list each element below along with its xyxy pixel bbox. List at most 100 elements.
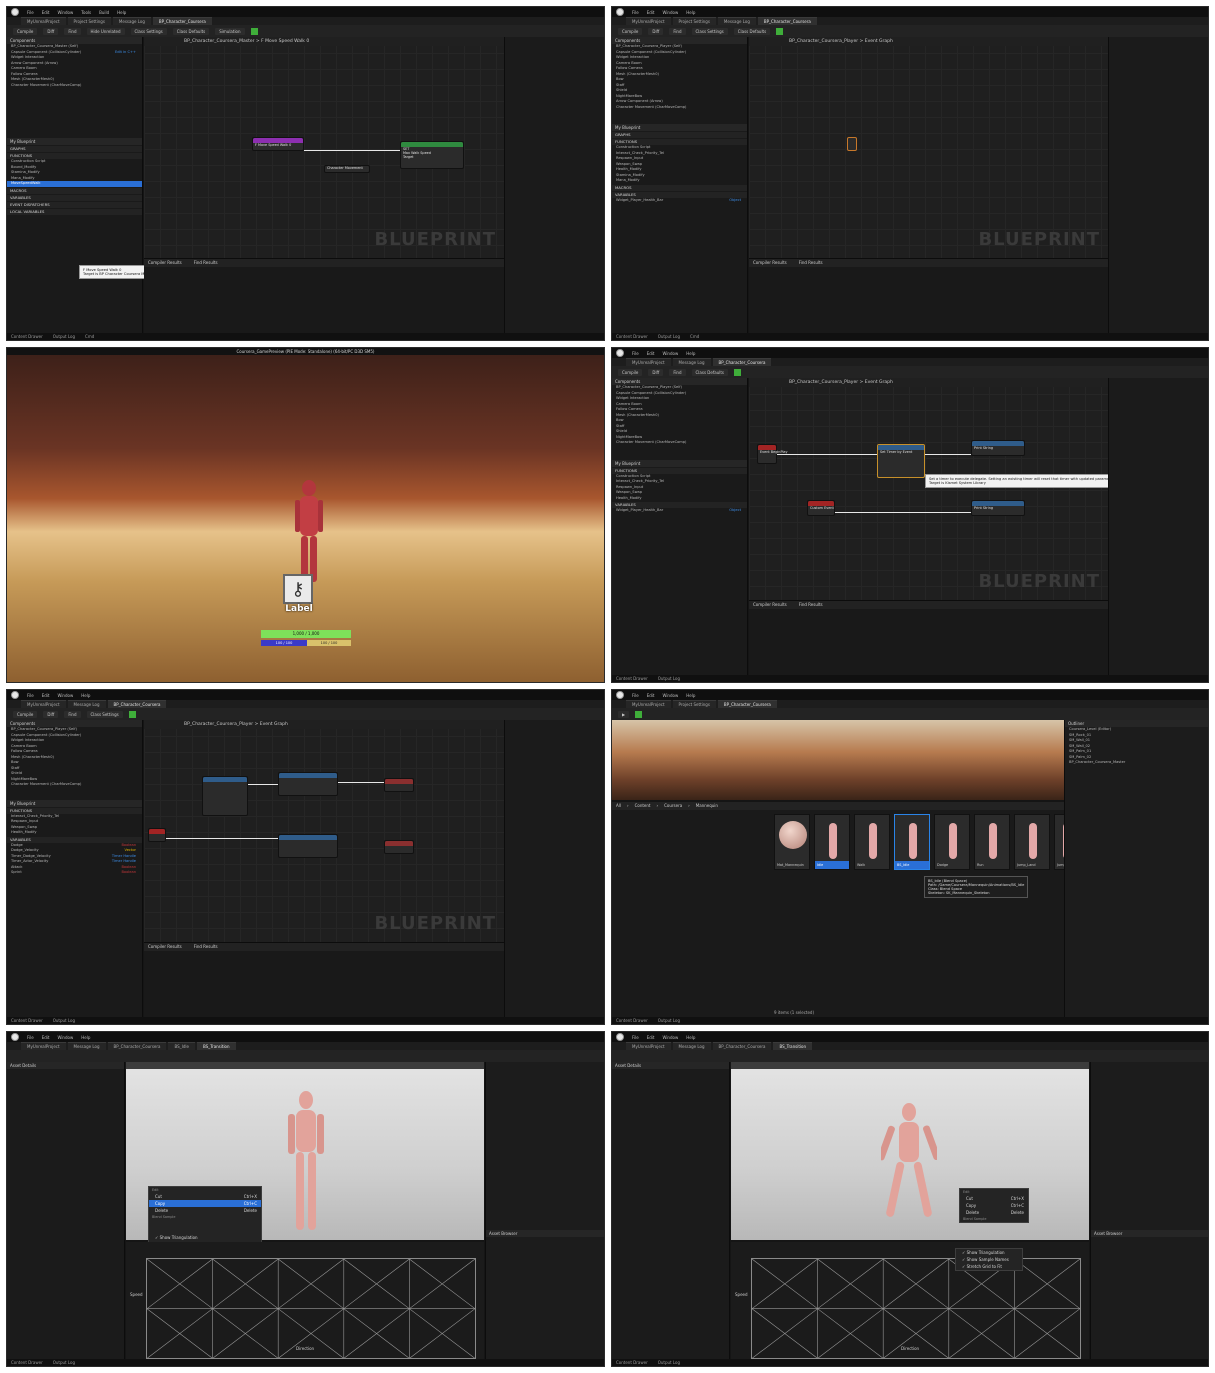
play-icon[interactable] bbox=[128, 710, 136, 718]
output-log-button[interactable]: Output Log bbox=[658, 676, 680, 681]
print-string-node[interactable] bbox=[278, 772, 338, 796]
copy-menu-item[interactable]: Copy Ctrl+C bbox=[149, 1200, 261, 1207]
menu-edit[interactable]: Edit bbox=[647, 693, 655, 698]
section-graphs[interactable]: GRAPHS bbox=[7, 146, 142, 152]
tab-project[interactable]: MyUnrealProject bbox=[21, 700, 66, 708]
custom-event-node[interactable] bbox=[148, 828, 166, 842]
class-defaults-button[interactable]: Class Defaults bbox=[172, 27, 210, 35]
asset-tile[interactable]: Mat_Mannequin bbox=[774, 814, 810, 870]
diff-button[interactable]: Diff bbox=[648, 27, 664, 35]
simulation-button[interactable]: Simulation bbox=[215, 27, 245, 35]
unreal-logo-icon[interactable] bbox=[616, 691, 624, 699]
show-triangulation-toggle[interactable]: ✓ Show Triangulation bbox=[956, 1249, 1022, 1256]
output-log-button[interactable]: Output Log bbox=[658, 334, 680, 339]
tab-find-results[interactable]: Find Results bbox=[799, 259, 823, 267]
event-beginplay-node[interactable]: Event BeginPlay bbox=[757, 444, 788, 464]
class-settings-button[interactable]: Class Settings bbox=[691, 27, 728, 35]
tab-compiler-results[interactable]: Compiler Results bbox=[148, 943, 182, 951]
tab-bs-transition[interactable]: BS_Transition bbox=[773, 1042, 813, 1050]
content-drawer-button[interactable]: Content Drawer bbox=[11, 1018, 43, 1023]
play-button[interactable]: ▶ bbox=[618, 710, 630, 718]
menu-window[interactable]: Window bbox=[662, 10, 678, 15]
function-item[interactable]: Health_Modify bbox=[7, 830, 142, 836]
unreal-logo-icon[interactable] bbox=[616, 1033, 624, 1041]
section-event-dispatchers[interactable]: EVENT DISPATCHERS bbox=[7, 201, 142, 208]
tab-compiler-results[interactable]: Compiler Results bbox=[753, 259, 787, 267]
tab-message-log[interactable]: Message Log bbox=[67, 1042, 106, 1050]
tab-compiler-results[interactable]: Compiler Results bbox=[148, 259, 182, 267]
set-timer-node[interactable] bbox=[202, 776, 248, 816]
delete-menu-item[interactable]: Delete Delete bbox=[960, 1209, 1028, 1216]
character-movement-node[interactable]: Character Movement bbox=[324, 165, 370, 173]
menu-window[interactable]: Window bbox=[57, 693, 73, 698]
tab-project[interactable]: MyUnrealProject bbox=[21, 17, 66, 25]
tab-project[interactable]: MyUnrealProject bbox=[626, 358, 671, 366]
menu-help[interactable]: Help bbox=[686, 351, 695, 356]
section-local-variables[interactable]: LOCAL VARIABLES bbox=[7, 208, 142, 215]
stretch-grid-toggle[interactable]: ✓ Stretch Grid to Fit bbox=[956, 1263, 1022, 1270]
tab-project-settings[interactable]: Project Settings bbox=[67, 17, 111, 25]
play-icon[interactable] bbox=[776, 27, 784, 35]
menu-edit[interactable]: Edit bbox=[42, 693, 50, 698]
menu-help[interactable]: Help bbox=[81, 693, 90, 698]
tab-message-log[interactable]: Message Log bbox=[112, 17, 151, 25]
set-timer-node[interactable]: Set Timer by Event bbox=[877, 444, 925, 478]
content-drawer-button[interactable]: Content Drawer bbox=[616, 1018, 648, 1023]
tab-project[interactable]: MyUnrealProject bbox=[21, 1042, 66, 1050]
find-button[interactable]: Find bbox=[669, 27, 686, 35]
cmd-input[interactable]: Cmd bbox=[690, 334, 699, 339]
unreal-logo-icon[interactable] bbox=[11, 691, 19, 699]
output-log-button[interactable]: Output Log bbox=[658, 1018, 680, 1023]
class-defaults-button[interactable]: Class Defaults bbox=[733, 27, 771, 35]
function-item[interactable]: Mana_Modify bbox=[612, 178, 747, 184]
menu-edit[interactable]: Edit bbox=[647, 351, 655, 356]
copy-menu-item[interactable]: Copy Ctrl+C bbox=[960, 1202, 1028, 1209]
diff-button[interactable]: Diff bbox=[43, 27, 59, 35]
blendspace-grid-panel[interactable]: ✓ Show Triangulation ✓ Show Sample Names… bbox=[731, 1242, 1089, 1360]
tab-project-settings[interactable]: Project Settings bbox=[672, 17, 716, 25]
print-string-node[interactable] bbox=[278, 834, 338, 858]
asset-tile[interactable]: Dodge bbox=[934, 814, 970, 870]
menu-file[interactable]: File bbox=[632, 693, 639, 698]
variable-item[interactable]: Widget_Player_Health_Bar Object bbox=[612, 198, 747, 204]
spawn-node[interactable] bbox=[384, 778, 414, 792]
section-graphs[interactable]: GRAPHS bbox=[612, 132, 747, 138]
play-icon[interactable] bbox=[250, 27, 258, 35]
content-drawer-button[interactable]: Content Drawer bbox=[616, 334, 648, 339]
menu-help[interactable]: Help bbox=[81, 1035, 90, 1040]
unreal-logo-icon[interactable] bbox=[616, 349, 624, 357]
menu-tools[interactable]: Tools bbox=[81, 10, 91, 15]
tab-find-results[interactable]: Find Results bbox=[799, 601, 823, 609]
asset-tile[interactable]: Idle bbox=[814, 814, 850, 870]
selected-node[interactable] bbox=[847, 137, 857, 151]
find-button[interactable]: Find bbox=[669, 368, 686, 376]
class-settings-button[interactable]: Class Settings bbox=[86, 710, 123, 718]
set-node[interactable]: SET Max Walk Speed Target bbox=[400, 141, 464, 169]
cut-menu-item[interactable]: Cut Ctrl+X bbox=[149, 1193, 261, 1200]
blendspace-grid-panel[interactable]: Speed Direction bbox=[126, 1242, 484, 1360]
tab-project[interactable]: MyUnrealProject bbox=[626, 17, 671, 25]
tab-message-log[interactable]: Message Log bbox=[672, 1042, 711, 1050]
custom-event-node[interactable]: Custom Event bbox=[807, 500, 835, 516]
compile-button[interactable]: Compile bbox=[618, 368, 643, 376]
anim-preview-viewport[interactable]: Edit Cut Ctrl+X Copy Ctrl+C Delete Delete B… bbox=[126, 1062, 484, 1256]
asset-tile[interactable]: Walk bbox=[854, 814, 890, 870]
output-log-button[interactable]: Output Log bbox=[658, 1360, 680, 1365]
tab-message-log[interactable]: Message Log bbox=[672, 358, 711, 366]
tab-blueprint[interactable]: BP_Character_Coursera bbox=[107, 700, 167, 708]
tab-find-results[interactable]: Find Results bbox=[194, 943, 218, 951]
graph-editor[interactable]: BP_Character_Coursera_Player > Event Gra… bbox=[749, 378, 1122, 600]
tab-message-log[interactable]: Message Log bbox=[67, 700, 106, 708]
menu-file[interactable]: File bbox=[632, 351, 639, 356]
section-macros[interactable]: MACROS bbox=[7, 187, 142, 194]
tab-blueprint[interactable]: BP_Character_Coursera bbox=[152, 17, 212, 25]
content-drawer-button[interactable]: Content Drawer bbox=[11, 1360, 43, 1365]
print-string-node[interactable]: Print String bbox=[971, 500, 1025, 516]
menu-build[interactable]: Build bbox=[99, 10, 109, 15]
compile-button[interactable]: Compile bbox=[618, 27, 643, 35]
tab-message-log[interactable]: Message Log bbox=[717, 17, 756, 25]
unreal-logo-icon[interactable] bbox=[11, 1033, 19, 1041]
menu-file[interactable]: File bbox=[27, 693, 34, 698]
menu-help[interactable]: Help bbox=[686, 693, 695, 698]
variable-item[interactable]: Widget_Player_Health_Bar Object bbox=[612, 508, 747, 514]
